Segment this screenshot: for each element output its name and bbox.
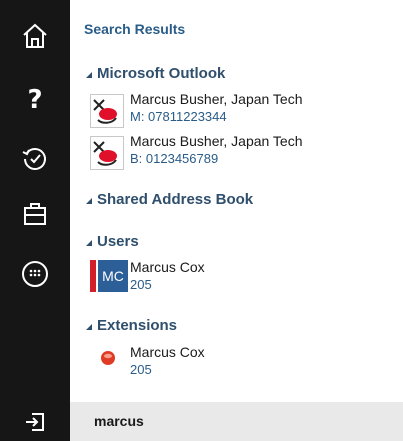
group-label: Shared Address Book: [97, 191, 254, 208]
contact-avatar: [90, 136, 124, 175]
help-icon: ?: [27, 85, 43, 115]
contact-card-icon: [90, 136, 124, 170]
side-rail: ?: [0, 0, 70, 441]
user-avatar: MC: [90, 260, 128, 292]
list-item[interactable]: Marcus Busher, Japan Tech M: 07811223344: [90, 91, 390, 131]
help-button[interactable]: ?: [0, 76, 70, 124]
contact-avatar: [90, 94, 124, 133]
history-button[interactable]: [0, 134, 70, 182]
list-item[interactable]: Marcus Cox 205: [90, 344, 390, 384]
collapse-triangle-icon: [86, 324, 92, 330]
page-title: Search Results: [84, 21, 186, 37]
sign-in-button[interactable]: [0, 402, 70, 441]
history-icon: [22, 148, 46, 170]
group-header-extensions[interactable]: Extensions: [86, 317, 177, 334]
user-extension[interactable]: 205: [130, 277, 152, 292]
briefcase-icon: [24, 203, 46, 225]
search-input[interactable]: marcus: [70, 402, 403, 441]
dialpad-button[interactable]: [0, 250, 70, 298]
presence-flag: [90, 260, 96, 292]
contact-name: Marcus Busher, Japan Tech: [130, 133, 303, 149]
contact-number[interactable]: M: 07811223344: [130, 109, 227, 124]
group-header-users[interactable]: Users: [86, 233, 139, 250]
presence-busy-icon: [101, 351, 115, 365]
contact-card-icon: [90, 94, 124, 128]
search-results-panel: Search Results Microsoft Outlook Marcus …: [70, 0, 403, 402]
group-header-shared-address-book[interactable]: Shared Address Book: [86, 191, 253, 208]
bottom-bar: marcus: [0, 402, 403, 441]
presence-indicator: [100, 350, 116, 371]
home-button[interactable]: [0, 12, 70, 60]
group-label: Extensions: [97, 317, 178, 334]
list-item[interactable]: Marcus Busher, Japan Tech B: 0123456789: [90, 133, 390, 173]
collapse-triangle-icon: [86, 240, 92, 246]
collapse-triangle-icon: [86, 198, 92, 204]
extension-number[interactable]: 205: [130, 362, 152, 377]
briefcase-button[interactable]: [0, 190, 70, 238]
contact-name: Marcus Busher, Japan Tech: [130, 91, 303, 107]
user-name: Marcus Cox: [130, 259, 205, 275]
group-label: Microsoft Outlook: [97, 65, 226, 82]
home-icon: [23, 23, 47, 48]
dialpad-icon: [22, 261, 48, 287]
extension-name: Marcus Cox: [130, 344, 205, 360]
group-header-outlook[interactable]: Microsoft Outlook: [86, 65, 225, 82]
group-label: Users: [97, 233, 139, 250]
sign-in-icon: [26, 412, 44, 431]
list-item[interactable]: MC Marcus Cox 205: [90, 259, 390, 299]
contact-number[interactable]: B: 0123456789: [130, 151, 218, 166]
collapse-triangle-icon: [86, 72, 92, 78]
user-initials: MC: [98, 260, 128, 292]
